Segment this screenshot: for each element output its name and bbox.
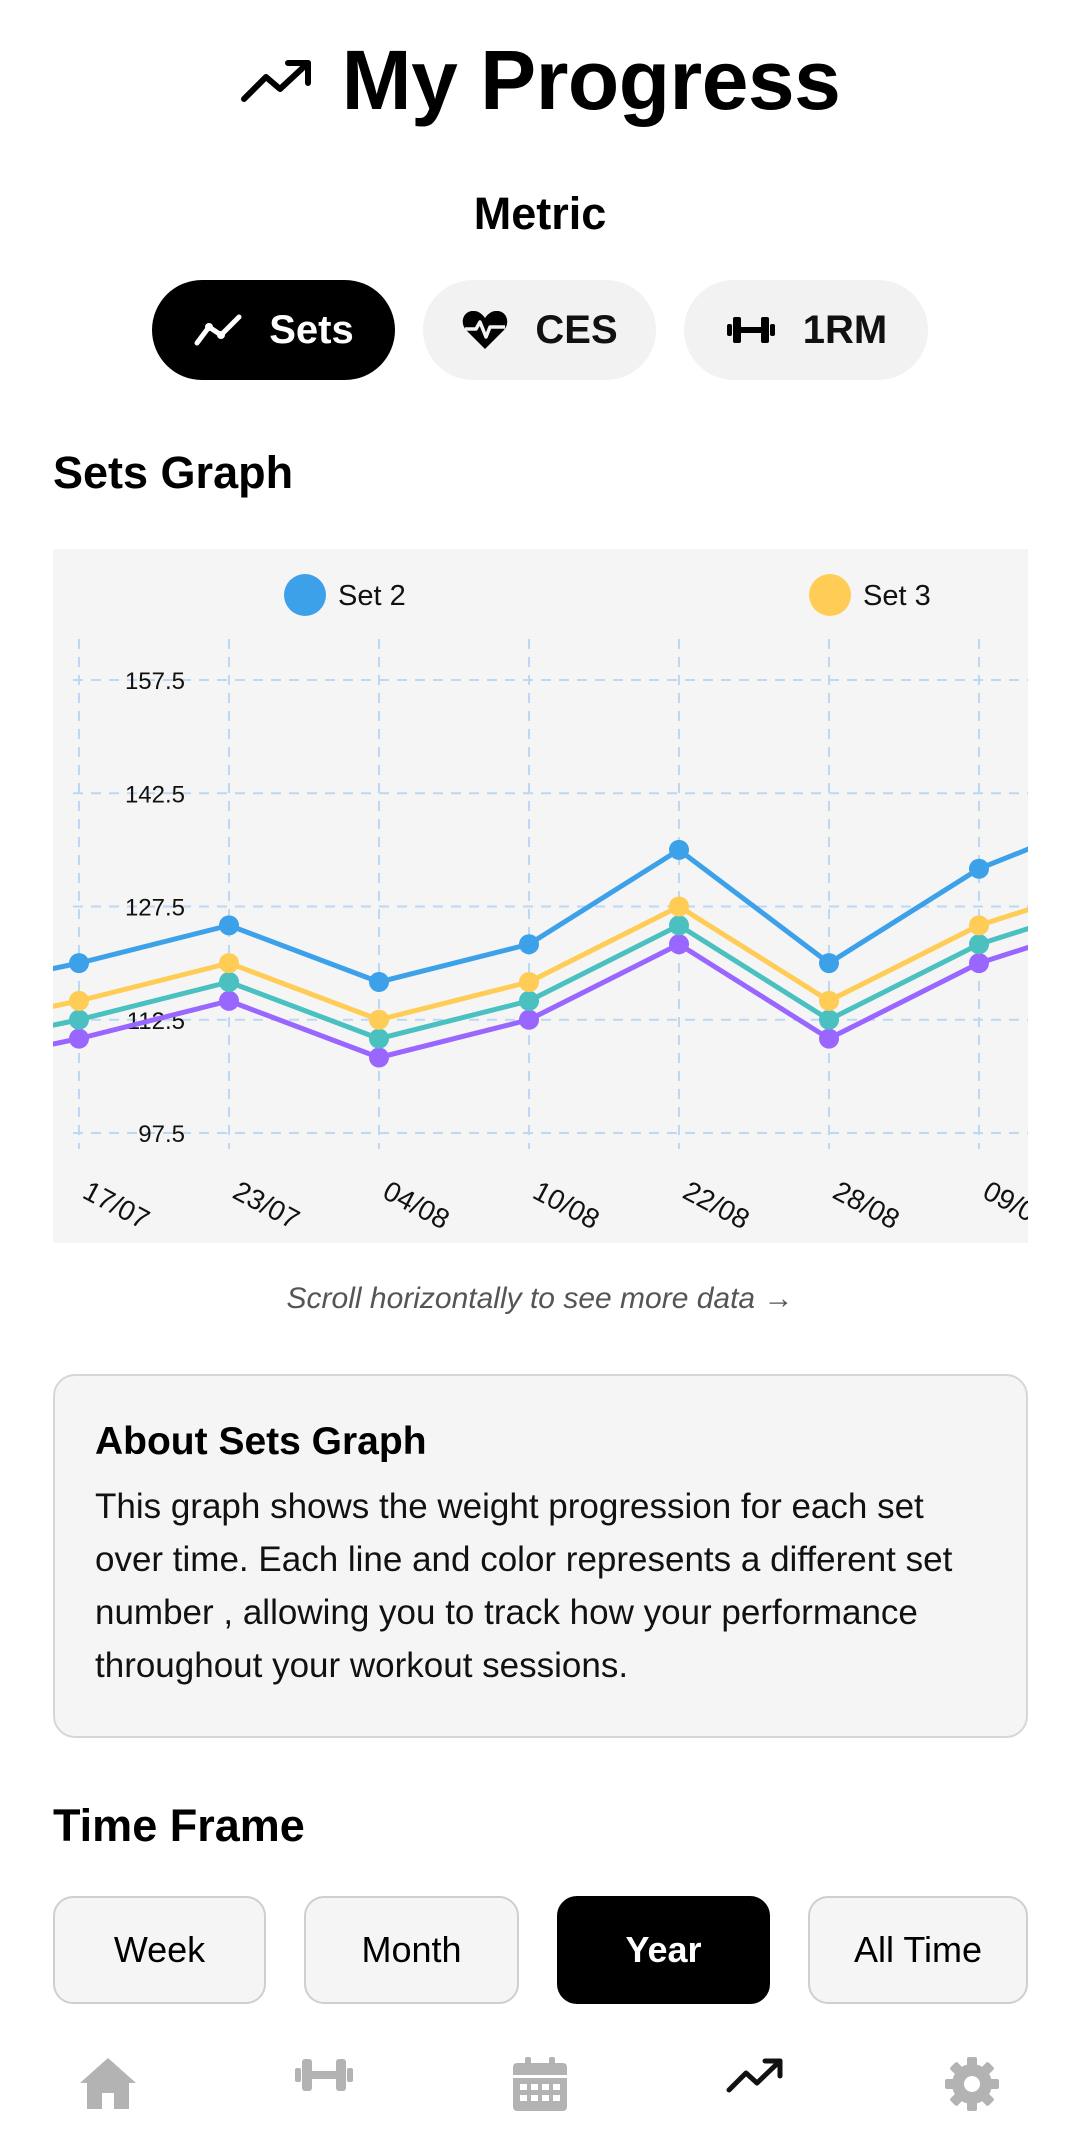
x-tick-label: 22/08 (678, 1175, 754, 1235)
legend-swatch (809, 574, 851, 616)
data-point (969, 953, 989, 974)
page-header: My Progress (0, 30, 1080, 130)
y-tick-label: 157.5 (125, 668, 185, 695)
x-tick-label: 23/07 (228, 1175, 304, 1235)
data-point (219, 953, 239, 974)
series-line-3 (53, 922, 1028, 1042)
data-point (669, 934, 689, 955)
metric-1rm-button[interactable]: 1RM (684, 280, 928, 380)
nav-calendar[interactable] (432, 2055, 648, 2113)
scroll-hint: Scroll horizontally to see more data → (286, 1282, 794, 1315)
data-point (669, 915, 689, 936)
time-frame-title: Time Frame (53, 1800, 305, 1851)
y-tick-label: 97.5 (138, 1121, 185, 1148)
metric-ces-button[interactable]: CES (423, 280, 656, 380)
sets-chart[interactable]: 157.5 142.5 127.5 112.5 97.5 17/07 23/07 04/08 1… (53, 549, 1028, 1243)
x-tick-label: 09/0 (978, 1175, 1028, 1228)
series-line-2 (53, 904, 1028, 1023)
data-point (369, 1047, 389, 1068)
nav-progress[interactable] (648, 2055, 864, 2095)
y-tick-label: 142.5 (125, 781, 185, 808)
data-point (369, 1009, 389, 1030)
data-point (669, 839, 689, 860)
x-tick-label: 10/08 (528, 1175, 604, 1235)
data-point (969, 858, 989, 879)
data-point (969, 934, 989, 955)
data-point (519, 990, 539, 1011)
home-icon (80, 2058, 136, 2109)
about-body: This graph shows the weight progression … (95, 1487, 953, 1685)
timeframe-alltime-button[interactable]: All Time (808, 1896, 1028, 2004)
data-point (519, 1009, 539, 1030)
metric-ces-label: CES (535, 307, 618, 352)
sets-graph-title: Sets Graph (53, 447, 294, 498)
data-point (819, 1009, 839, 1030)
line-chart-icon (194, 314, 242, 346)
calendar-icon (513, 2057, 567, 2111)
dumbbell-icon (295, 2059, 353, 2091)
data-point (819, 953, 839, 974)
data-point (819, 1028, 839, 1049)
x-tick-label: 17/07 (78, 1175, 154, 1235)
nav-settings[interactable] (864, 2055, 1080, 2113)
nav-workouts[interactable] (216, 2055, 432, 2095)
legend-label: Set 2 (338, 580, 406, 612)
metric-selector: Sets CES 1RM (152, 280, 928, 380)
data-point (69, 1009, 89, 1030)
sets-chart-svg: 157.5142.5127.5112.597.517/07 23/07 04/08 1… (53, 574, 1028, 1235)
trending-up-icon (240, 60, 311, 102)
trending-up-icon (726, 2058, 783, 2093)
metric-sets-label: Sets (269, 307, 354, 352)
timeframe-month-button[interactable]: Month (304, 1896, 519, 2004)
data-point (219, 990, 239, 1011)
legend-swatch (284, 574, 326, 616)
data-point (819, 990, 839, 1011)
gear-icon (945, 2057, 999, 2111)
data-point (519, 934, 539, 955)
about-card: About Sets Graph This graph shows the we… (53, 1374, 1028, 1738)
dumbbell-icon (726, 317, 775, 343)
timeframe-week-button[interactable]: Week (53, 1896, 266, 2004)
x-tick-label: 28/08 (828, 1175, 904, 1235)
page-title: My Progress (341, 32, 841, 127)
data-point (69, 990, 89, 1011)
data-point (519, 972, 539, 992)
series-line-1 (53, 847, 1028, 984)
metric-1rm-label: 1RM (802, 307, 888, 352)
data-point (69, 953, 89, 974)
data-point (369, 972, 389, 992)
x-tick-label: 04/08 (378, 1175, 454, 1235)
time-frame-selector: Week Month Year All Time (53, 1896, 1028, 2004)
data-point (969, 915, 989, 936)
legend-label: Set 3 (863, 580, 931, 612)
data-point (219, 915, 239, 936)
timeframe-year-button[interactable]: Year (557, 1896, 770, 2004)
bottom-nav (0, 2050, 1080, 2145)
metric-label: Metric (473, 188, 607, 239)
data-point (219, 972, 239, 992)
metric-sets-button[interactable]: Sets (152, 280, 395, 380)
series-line-4 (53, 941, 1028, 1060)
y-tick-label: 127.5 (125, 895, 185, 922)
data-point (69, 1028, 89, 1049)
heart-pulse-icon (463, 310, 508, 349)
series-line-0 (53, 846, 1028, 985)
nav-home[interactable] (0, 2055, 216, 2111)
about-title: About Sets Graph (95, 1420, 427, 1463)
data-point (369, 1028, 389, 1049)
data-point (669, 896, 689, 917)
